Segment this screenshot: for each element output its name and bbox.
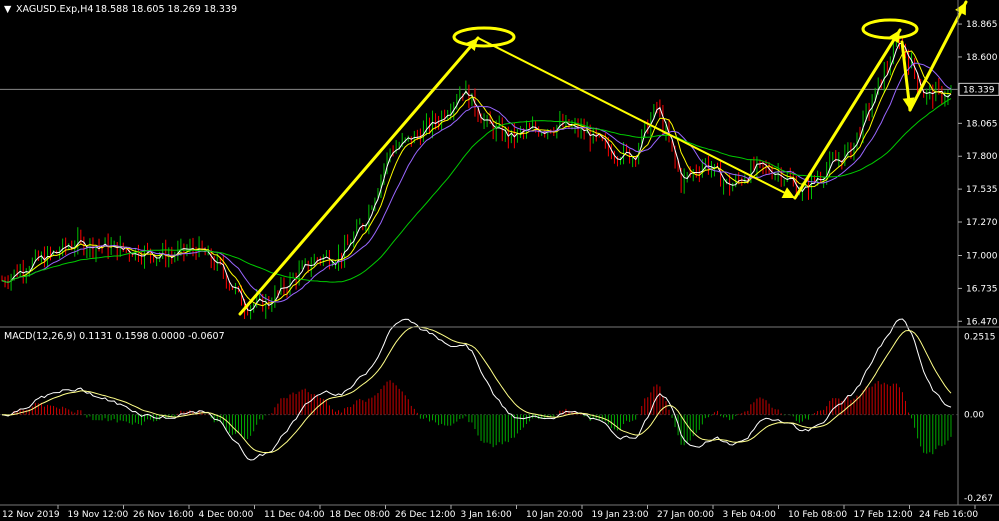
time-tick-label: 4 Dec 00:00 [199,510,254,520]
current-price-label: 18.339 [963,85,995,95]
symbol-label: XAGUSD.Exp,H4 [16,4,93,15]
time-tick-label: 17 Feb 12:00 [854,510,913,520]
chart-background [0,0,999,521]
ohlc-label: 18.588 18.605 18.269 18.339 [95,4,237,15]
price-tick-label: 18.600 [966,53,998,63]
time-tick-label: 3 Jan 16:00 [461,510,513,520]
time-tick-label: 10 Feb 08:00 [788,510,847,520]
time-tick-label: 18 Dec 08:00 [330,510,391,520]
time-tick-label: 11 Dec 04:00 [264,510,325,520]
time-tick-label: 24 Feb 16:00 [919,510,978,520]
price-tick-label: 17.000 [966,252,998,262]
price-tick-label: 18.065 [966,119,998,129]
macd-label: MACD(12,26,9) 0.1131 0.1598 0.0000 -0.06… [4,331,225,342]
time-tick-label: 19 Jan 23:00 [592,510,649,520]
time-tick-label: 19 Nov 12:00 [68,510,129,520]
time-tick-label: 10 Jan 20:00 [526,510,583,520]
macd-tick-label: -0.267 [964,494,993,504]
price-chart[interactable]: 18.865 18.600 18.065 17.800 17.535 17.270 17.0… [0,0,999,521]
price-tick-label: 17.800 [966,152,998,162]
dropdown-triangle-icon[interactable]: ▼ [4,4,12,15]
macd-tick-label: 0.2515 [964,332,996,342]
price-tick-label: 17.535 [966,185,998,195]
price-tick-label: 17.270 [966,218,998,228]
price-tick-label: 18.865 [966,20,998,30]
time-tick-label: 27 Jan 00:00 [657,510,714,520]
time-tick-label: 12 Nov 2019 [2,510,60,520]
time-tick-label: 3 Feb 04:00 [723,510,777,520]
price-tick-label: 16.735 [966,284,998,294]
macd-tick-label: 0.00 [964,411,984,421]
time-tick-label: 26 Nov 16:00 [133,510,194,520]
time-tick-label: 26 Dec 12:00 [395,510,456,520]
price-tick-label: 16.470 [966,317,998,327]
